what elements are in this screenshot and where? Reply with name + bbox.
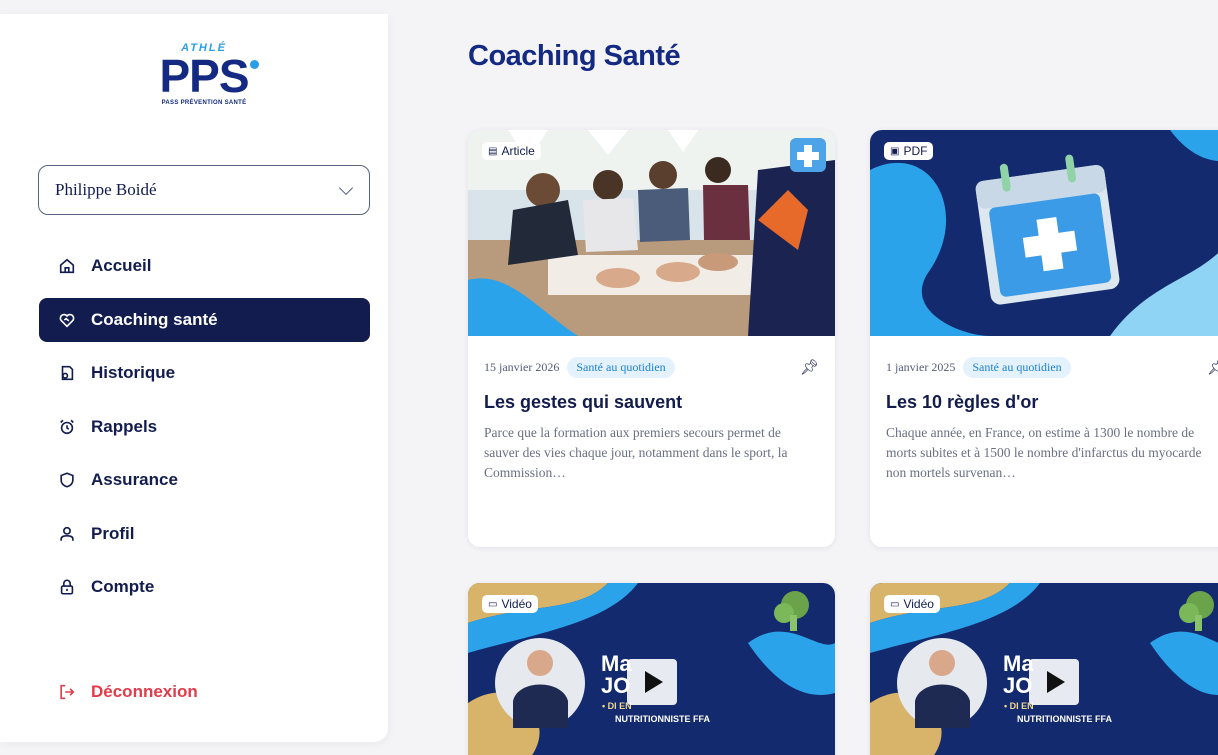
video-icon: ▭ xyxy=(488,598,498,610)
card-excerpt: Parce que la formation aux premiers seco… xyxy=(484,425,788,480)
video-overlay-role: NUTRITIONNISTE FFA xyxy=(615,714,710,724)
play-button[interactable] xyxy=(627,659,677,705)
shield-icon xyxy=(58,471,76,489)
video-thumbnail[interactable]: Ma JO • DI EN NUTRITIONNISTE FFA ▭ Vidéo xyxy=(870,583,1218,755)
sidebar-item-historique[interactable]: Historique xyxy=(39,351,370,395)
video-icon: ▭ xyxy=(890,598,900,610)
video-overlay-role: NUTRITIONNISTE FFA xyxy=(1017,714,1112,724)
logo-pps-text: PPS xyxy=(159,53,259,99)
user-icon xyxy=(58,525,76,543)
calendar-illustration xyxy=(870,130,1218,336)
lock-icon xyxy=(58,578,76,596)
page-title: Coaching Santé xyxy=(468,40,681,72)
home-icon xyxy=(58,257,76,275)
category-tag[interactable]: Santé au quotidien xyxy=(567,356,675,378)
logout-label: Déconnexion xyxy=(91,682,198,701)
content-type-badge: ▣ PDF xyxy=(884,142,934,160)
sidebar-item-assurance[interactable]: Assurance xyxy=(39,458,370,502)
card-date: 15 janvier 2026 xyxy=(484,359,560,374)
video-card[interactable]: Ma JO • DI EN NUTRITIONNISTE FFA ▭ Vidéo xyxy=(870,583,1218,755)
history-document-icon xyxy=(58,364,76,382)
sidebar-item-label: Coaching santé xyxy=(91,309,218,329)
logout-button[interactable]: Déconnexion xyxy=(58,682,198,702)
card-excerpt: Chaque année, en France, on estime à 130… xyxy=(886,425,1202,480)
pps-logo[interactable]: ATHLÉ PPS PASS PRÉVENTION SANTÉ xyxy=(148,42,260,138)
content-card[interactable]: ▤ Article 15 janvier 2026 Santé au quotid… xyxy=(468,130,835,547)
card-date: 1 janvier 2025 xyxy=(886,359,956,374)
sidebar-item-label: Assurance xyxy=(91,470,178,489)
article-icon: ▤ xyxy=(488,145,498,157)
sidebar-item-profil[interactable]: Profil xyxy=(39,512,370,556)
card-title: Les gestes qui sauvent xyxy=(484,392,683,412)
content-type-badge: ▤ Article xyxy=(482,142,541,160)
play-button[interactable] xyxy=(1029,659,1079,705)
sidebar-item-label: Compte xyxy=(91,577,155,596)
sidebar-item-label: Historique xyxy=(91,363,176,382)
play-icon xyxy=(645,671,663,693)
pin-icon[interactable]: 📌︎ xyxy=(800,358,819,376)
sidebar-item-compte[interactable]: Compte xyxy=(39,565,370,609)
sidebar-item-label: Accueil xyxy=(91,256,152,275)
sidebar-item-accueil[interactable]: Accueil xyxy=(39,244,370,288)
heart-handshake-icon xyxy=(58,311,76,329)
first-aid-training-photo xyxy=(468,130,835,336)
sidebar: ATHLÉ PPS PASS PRÉVENTION SANTÉ Philippe… xyxy=(0,14,388,742)
sidebar-nav: Accueil Coaching santé Historique Rappel… xyxy=(39,244,370,619)
video-card[interactable]: Ma JO • DI EN NUTRITIONNISTE FFA ▭ Vidéo xyxy=(468,583,835,755)
sidebar-item-coaching-sante[interactable]: Coaching santé xyxy=(39,297,370,342)
logout-icon xyxy=(58,683,76,701)
content-type-badge: ▭ Vidéo xyxy=(884,595,940,613)
sidebar-item-label: Rappels xyxy=(91,416,158,436)
sidebar-item-rappels[interactable]: Rappels xyxy=(39,405,370,449)
user-select-value: Philippe Boidé xyxy=(55,180,157,199)
card-title: Les 10 règles d'or xyxy=(886,392,1039,412)
pdf-icon: ▣ xyxy=(890,145,900,157)
content-card[interactable]: ▣ PDF 1 janvier 2025 Santé au quotidien 📌… xyxy=(870,130,1218,547)
alarm-clock-icon xyxy=(58,418,76,436)
user-select[interactable]: Philippe Boidé xyxy=(38,165,370,215)
sidebar-item-label: Profil xyxy=(91,523,135,543)
play-icon xyxy=(1047,671,1065,693)
chevron-down-icon xyxy=(338,180,354,195)
category-tag[interactable]: Santé au quotidien xyxy=(963,356,1071,378)
card-image: ▣ PDF xyxy=(870,130,1218,336)
content-type-badge: ▭ Vidéo xyxy=(482,595,538,613)
video-thumbnail[interactable]: Ma JO • DI EN NUTRITIONNISTE FFA ▭ Vidéo xyxy=(468,583,835,755)
card-image: ▤ Article xyxy=(468,130,835,336)
pin-icon[interactable]: 📌︎ xyxy=(1207,358,1218,376)
